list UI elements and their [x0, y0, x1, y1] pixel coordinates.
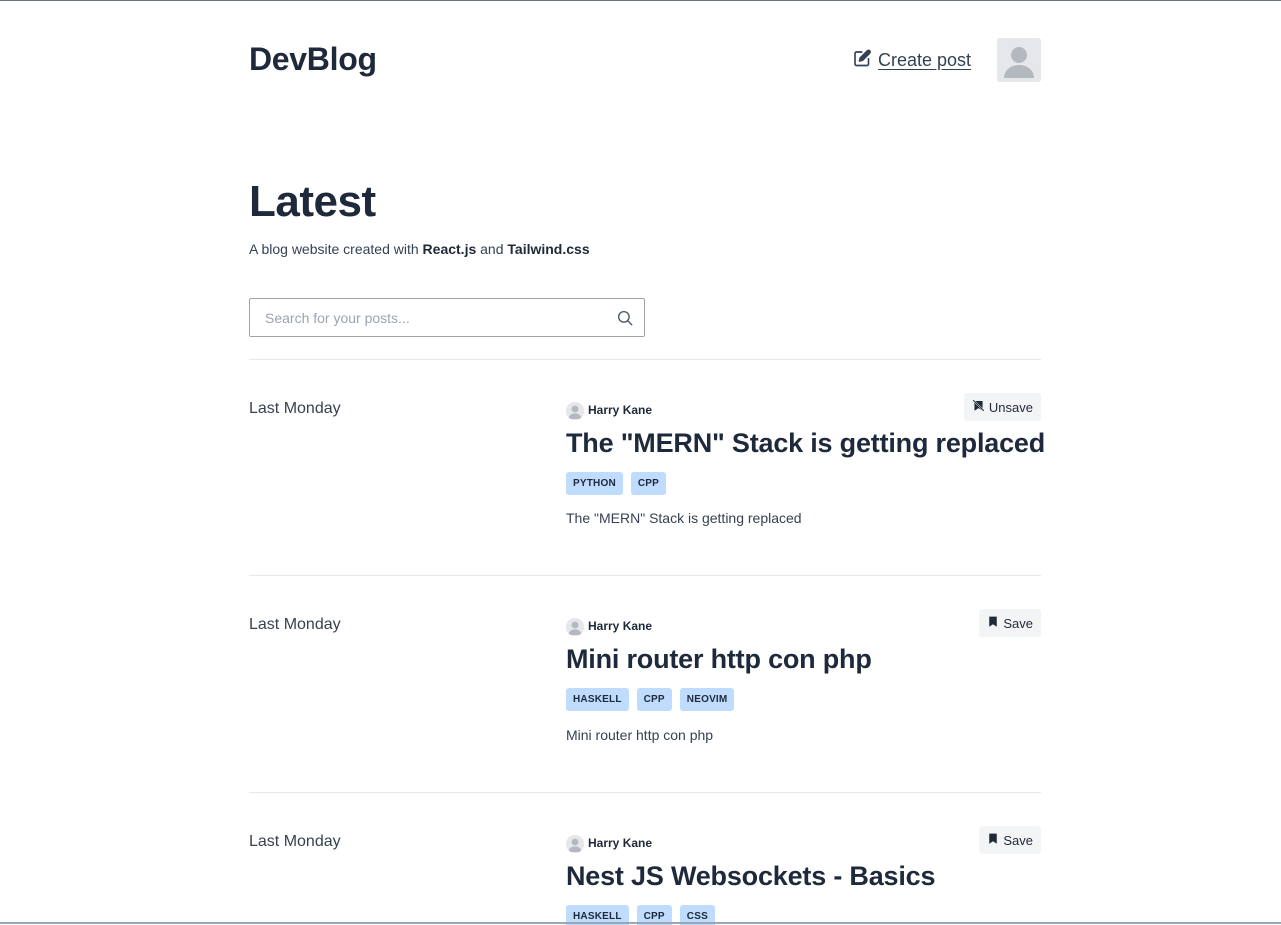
post-title[interactable]: Nest JS Websockets - Basics: [566, 861, 935, 892]
user-avatar-button[interactable]: [997, 38, 1041, 82]
post-date: Last Monday: [249, 833, 341, 850]
subtitle-and: and: [476, 241, 508, 257]
create-post-link[interactable]: Create post: [853, 49, 971, 72]
divider: [249, 575, 1041, 576]
bookmark-icon: [987, 832, 999, 848]
tag[interactable]: NEOVIM: [679, 688, 735, 711]
create-post-label: Create post: [878, 50, 972, 70]
search-box: [249, 298, 645, 337]
post-date: Last Monday: [249, 400, 341, 417]
tag[interactable]: CPP: [630, 472, 667, 495]
post-title[interactable]: The "MERN" Stack is getting replaced: [566, 428, 1045, 459]
user-avatar-icon: [997, 38, 1041, 82]
bookmark-icon: [987, 615, 999, 631]
save-button[interactable]: Save: [979, 609, 1041, 637]
search-input[interactable]: [250, 299, 600, 336]
author-avatar-icon: [566, 835, 584, 853]
subtitle-react: React.js: [422, 241, 477, 257]
page-title: Latest: [249, 177, 376, 226]
subtitle-tailwind: Tailwind.css: [507, 241, 590, 257]
brand-logo[interactable]: DevBlog: [249, 41, 377, 78]
save-button[interactable]: Save: [979, 826, 1041, 854]
viewport-bottom-border: [0, 922, 1281, 924]
bookmark-slash-icon: [972, 399, 985, 415]
divider: [249, 359, 1041, 360]
edit-icon: [853, 49, 872, 72]
search-icon[interactable]: [616, 309, 634, 327]
author-avatar-icon: [566, 618, 584, 636]
author-name: Harry Kane: [588, 403, 653, 417]
author-avatar-icon: [566, 402, 584, 420]
post-author[interactable]: Harry Kane: [566, 616, 652, 636]
save-label: Unsave: [988, 399, 1033, 415]
unsave-button[interactable]: Unsave: [963, 393, 1041, 421]
page-subtitle: A blog website created with React.js and…: [249, 241, 590, 257]
site-header: DevBlog Create post: [249, 1, 1041, 101]
post-author[interactable]: Harry Kane: [566, 833, 652, 853]
divider: [249, 792, 1041, 793]
post-author[interactable]: Harry Kane: [566, 400, 652, 420]
post-tags: HASKELL CPP NEOVIM: [566, 688, 735, 711]
post-tags: PYTHON CPP: [566, 472, 667, 495]
save-label: Save: [1003, 832, 1033, 848]
tag[interactable]: HASKELL: [566, 688, 629, 711]
post-excerpt: The "MERN" Stack is getting replaced: [566, 510, 802, 526]
post-date: Last Monday: [249, 616, 341, 633]
tag[interactable]: PYTHON: [566, 472, 623, 495]
author-name: Harry Kane: [588, 836, 653, 850]
post-excerpt: Mini router http con php: [566, 727, 714, 743]
post-title[interactable]: Mini router http con php: [566, 644, 872, 675]
tag[interactable]: CPP: [636, 688, 672, 711]
author-name: Harry Kane: [588, 619, 653, 633]
save-label: Save: [1003, 615, 1033, 631]
subtitle-prefix: A blog website created with: [249, 241, 423, 257]
